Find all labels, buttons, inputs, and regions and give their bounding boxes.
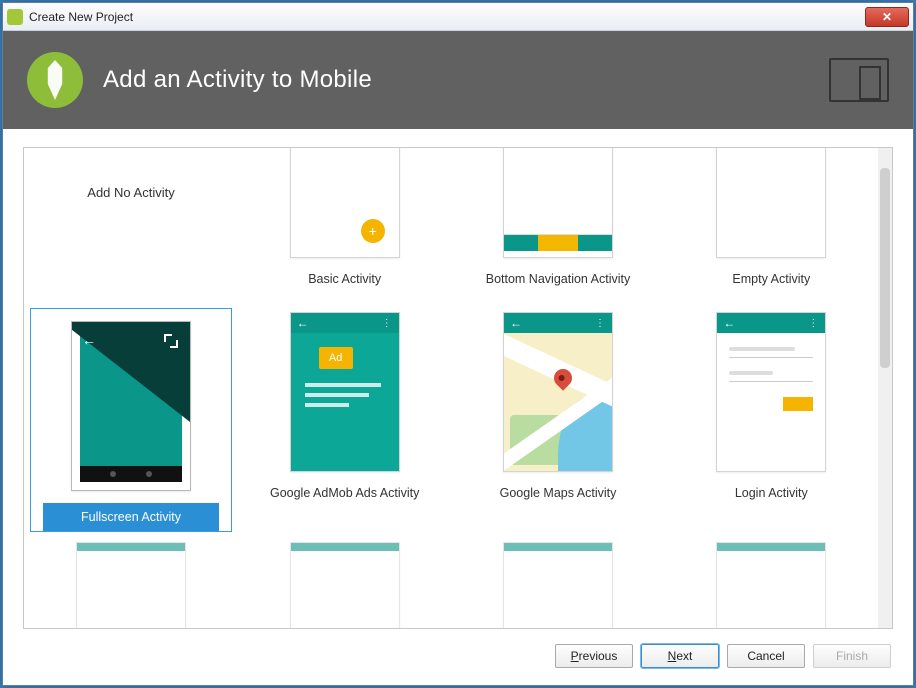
back-arrow-icon: ← (297, 317, 309, 329)
activity-option-login[interactable]: ←⋮ Login Activity (665, 302, 878, 532)
overflow-icon: ⋮ (808, 318, 819, 329)
activity-option-admob[interactable]: ← ⋮ Ad Google AdMob Ads Activity (238, 302, 451, 532)
vertical-scrollbar[interactable] (878, 148, 892, 628)
gallery-scroll[interactable]: Add No Activity + Basic Activity (24, 148, 878, 628)
wizard-footer: Previous Next Cancel Finish (3, 637, 913, 685)
activity-option-maps[interactable]: ←⋮ Google Maps Activity (451, 302, 664, 532)
activity-label: Google Maps Activity (500, 486, 617, 500)
next-button[interactable]: Next (641, 644, 719, 668)
activity-thumbnail (716, 542, 826, 628)
wizard-header: Add an Activity to Mobile (3, 31, 913, 129)
close-icon: ✕ (882, 10, 892, 24)
activity-thumbnail: ←⋮ (716, 312, 826, 472)
activity-thumbnail: + (290, 148, 400, 258)
activity-option-more[interactable] (451, 532, 664, 628)
content-area: Add No Activity + Basic Activity (3, 129, 913, 637)
titlebar[interactable]: Create New Project ✕ (3, 3, 913, 31)
activity-thumbnail: ← (71, 321, 191, 491)
scrollbar-thumb[interactable] (880, 168, 890, 368)
activity-gallery: Add No Activity + Basic Activity (23, 147, 893, 629)
activity-label: Fullscreen Activity (43, 503, 219, 531)
activity-label: Google AdMob Ads Activity (270, 486, 419, 500)
activity-grid: Add No Activity + Basic Activity (24, 148, 878, 628)
expand-icon (164, 334, 178, 348)
activity-label: Basic Activity (308, 272, 381, 286)
activity-option-more[interactable] (238, 532, 451, 628)
fab-icon: + (361, 219, 385, 243)
activity-label: Empty Activity (732, 272, 810, 286)
android-studio-icon (7, 9, 23, 25)
back-arrow-icon: ← (510, 317, 522, 329)
activity-thumbnail: ← ⋮ Ad (290, 312, 400, 472)
activity-thumbnail (290, 542, 400, 628)
activity-thumbnail: ←⋮ (503, 312, 613, 472)
ad-badge: Ad (319, 347, 353, 369)
android-studio-logo-icon (27, 52, 83, 108)
activity-option-fullscreen[interactable]: ← Fullscreen Activity (24, 302, 238, 532)
overflow-icon: ⋮ (382, 318, 393, 329)
back-arrow-icon: ← (82, 332, 96, 348)
activity-thumbnail (716, 148, 826, 258)
dialog-window: Create New Project ✕ Add an Activity to … (2, 2, 914, 686)
activity-option-bottom-navigation[interactable]: Bottom Navigation Activity (451, 148, 664, 302)
window-title: Create New Project (29, 10, 133, 24)
close-button[interactable]: ✕ (865, 7, 909, 27)
activity-thumbnail (76, 542, 186, 628)
activity-thumbnail (503, 148, 613, 258)
previous-button[interactable]: Previous (555, 644, 633, 668)
cancel-button[interactable]: Cancel (727, 644, 805, 668)
activity-label: Login Activity (735, 486, 808, 500)
activity-option-more[interactable] (24, 532, 238, 628)
page-title: Add an Activity to Mobile (103, 66, 372, 94)
selection-frame: ← Fullscreen Activity (30, 308, 232, 532)
activity-label: Add No Activity (87, 185, 174, 200)
activity-option-none[interactable]: Add No Activity (24, 148, 238, 302)
finish-button: Finish (813, 644, 891, 668)
activity-label: Bottom Navigation Activity (486, 272, 631, 286)
activity-option-more[interactable] (665, 532, 878, 628)
device-icon (829, 58, 889, 102)
activity-thumbnail (503, 542, 613, 628)
overflow-icon: ⋮ (595, 318, 606, 329)
activity-option-basic[interactable]: + Basic Activity (238, 148, 451, 302)
back-arrow-icon: ← (723, 317, 735, 329)
activity-option-empty[interactable]: Empty Activity (665, 148, 878, 302)
